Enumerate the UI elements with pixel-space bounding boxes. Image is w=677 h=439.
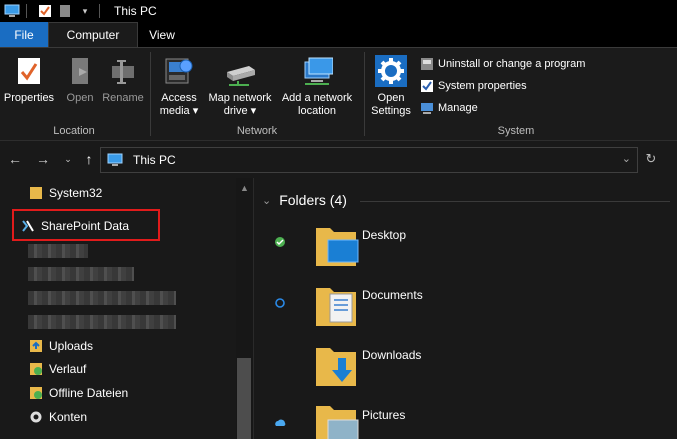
refresh-icon[interactable]: ↻	[642, 150, 660, 168]
uninstall-label: Uninstall or change a program	[438, 58, 586, 70]
history-icon	[28, 361, 44, 377]
open-label: Open	[66, 92, 94, 104]
manage-label: Manage	[438, 102, 478, 114]
access-media-button[interactable]: Access media ▾	[154, 54, 204, 118]
uninstall-icon	[420, 57, 434, 71]
access-media-icon	[162, 54, 196, 88]
nav-item-verlauf[interactable]: Verlauf	[28, 358, 86, 380]
nav-item-system32[interactable]: System32	[28, 182, 102, 204]
this-pc-icon[interactable]	[4, 3, 20, 19]
map-network-drive-button[interactable]: Map network drive ▾	[202, 54, 278, 118]
properties-quick-icon[interactable]	[37, 3, 53, 19]
group-separator	[364, 52, 365, 136]
network-drive-icon	[223, 54, 257, 88]
up-arrow-icon[interactable]: ↑	[81, 151, 97, 167]
folders-section-header[interactable]: ⌄ Folders (4)	[262, 192, 347, 208]
location-group: Properties Open Rename Location	[0, 48, 148, 141]
network-group-label: Network	[236, 125, 278, 137]
recent-locations-chevron-icon[interactable]: ⌄	[60, 151, 76, 167]
title-separator-2	[99, 4, 100, 18]
map-network-drive-label: Map network drive ▾	[208, 92, 272, 117]
system-properties-label: System properties	[438, 80, 527, 92]
rename-icon	[106, 54, 140, 88]
title-bar: ▾ This PC	[0, 0, 677, 22]
back-arrow-icon[interactable]: ←	[7, 151, 23, 167]
folder-name-desktop[interactable]: Desktop	[362, 228, 406, 242]
properties-label: Properties	[3, 92, 55, 104]
accounts-gear-icon	[28, 409, 44, 425]
system-properties-button[interactable]: System properties	[420, 79, 527, 93]
manage-icon	[420, 101, 434, 115]
nav-item-label: Konten	[49, 410, 88, 424]
system-properties-icon	[420, 79, 434, 93]
downloads-folder-icon[interactable]	[312, 342, 362, 392]
this-pc-icon	[107, 153, 123, 167]
ribbon-tabs: File Computer View	[0, 22, 677, 47]
folder-icon	[28, 185, 44, 201]
open-settings-button[interactable]: Open Settings	[366, 54, 416, 118]
tab-computer[interactable]: Computer	[48, 22, 138, 47]
blurred-item	[28, 244, 88, 258]
blurred-item	[28, 291, 176, 305]
location-group-label: Location	[53, 125, 95, 137]
group-separator	[150, 52, 151, 136]
nav-item-offline-dateien[interactable]: Offline Dateien	[28, 382, 128, 404]
uploads-icon	[28, 338, 44, 354]
offline-files-icon	[28, 385, 44, 401]
properties-button[interactable]: Properties	[2, 54, 56, 105]
synced-status-icon	[274, 236, 286, 248]
folder-name-downloads[interactable]: Downloads	[362, 348, 421, 362]
nav-item-konten[interactable]: Konten	[28, 406, 87, 428]
properties-icon	[12, 54, 46, 88]
tab-file[interactable]: File	[0, 22, 48, 47]
nav-item-uploads[interactable]: Uploads	[28, 335, 93, 357]
access-media-label: Access media ▾	[159, 92, 199, 117]
section-divider	[360, 201, 670, 202]
pictures-folder-icon[interactable]	[312, 400, 362, 439]
rename-label: Rename	[102, 92, 144, 104]
rename-button[interactable]: Rename	[100, 54, 146, 105]
add-network-location-button[interactable]: Add a network location	[278, 54, 356, 118]
system-group-label: System	[497, 125, 535, 137]
desktop-folder-icon[interactable]	[312, 222, 362, 272]
address-dropdown-icon[interactable]: ⌄	[622, 152, 631, 165]
nav-item-label: Verlauf	[49, 362, 87, 376]
customize-toolbar-icon[interactable]: ▾	[77, 3, 93, 19]
network-group: Access media ▾ Map network drive ▾ Add a n…	[152, 48, 362, 141]
navigation-bar: ← → ⌄ ↑ This PC ⌄ ↻	[0, 142, 677, 178]
forward-arrow-icon[interactable]: →	[35, 151, 51, 167]
address-bar[interactable]: This PC ⌄	[100, 147, 638, 173]
address-path: This PC	[133, 153, 176, 167]
open-icon	[63, 54, 97, 88]
documents-folder-icon[interactable]	[312, 282, 362, 332]
settings-gear-icon	[374, 54, 408, 88]
open-settings-label: Open Settings	[371, 92, 411, 117]
scroll-up-arrow-icon[interactable]: ▲	[240, 183, 249, 193]
nav-item-label: Uploads	[49, 339, 94, 353]
cloud-status-icon	[274, 417, 286, 429]
section-title: Folders (4)	[279, 192, 347, 208]
new-folder-quick-icon[interactable]	[57, 3, 73, 19]
manage-button[interactable]: Manage	[420, 101, 478, 115]
network-location-icon	[300, 54, 334, 88]
add-network-location-label: Add a network location	[281, 92, 353, 117]
highlight-box	[12, 209, 160, 241]
window-title: This PC	[114, 4, 157, 18]
folder-name-pictures[interactable]: Pictures	[362, 408, 405, 422]
folder-name-documents[interactable]: Documents	[362, 288, 423, 302]
nav-item-label: System32	[49, 186, 103, 200]
ribbon: Properties Open Rename Location Access me…	[0, 47, 677, 141]
tab-view[interactable]: View	[138, 22, 186, 47]
nav-scrollbar-thumb[interactable]	[237, 358, 251, 439]
syncing-status-icon	[274, 297, 286, 309]
blurred-item	[28, 315, 176, 329]
uninstall-program-button[interactable]: Uninstall or change a program	[420, 57, 585, 71]
open-button[interactable]: Open	[60, 54, 100, 105]
collapse-chevron-icon[interactable]: ⌄	[262, 194, 271, 207]
title-separator	[26, 4, 27, 18]
nav-item-label: Offline Dateien	[49, 386, 129, 400]
blurred-item	[28, 267, 134, 281]
